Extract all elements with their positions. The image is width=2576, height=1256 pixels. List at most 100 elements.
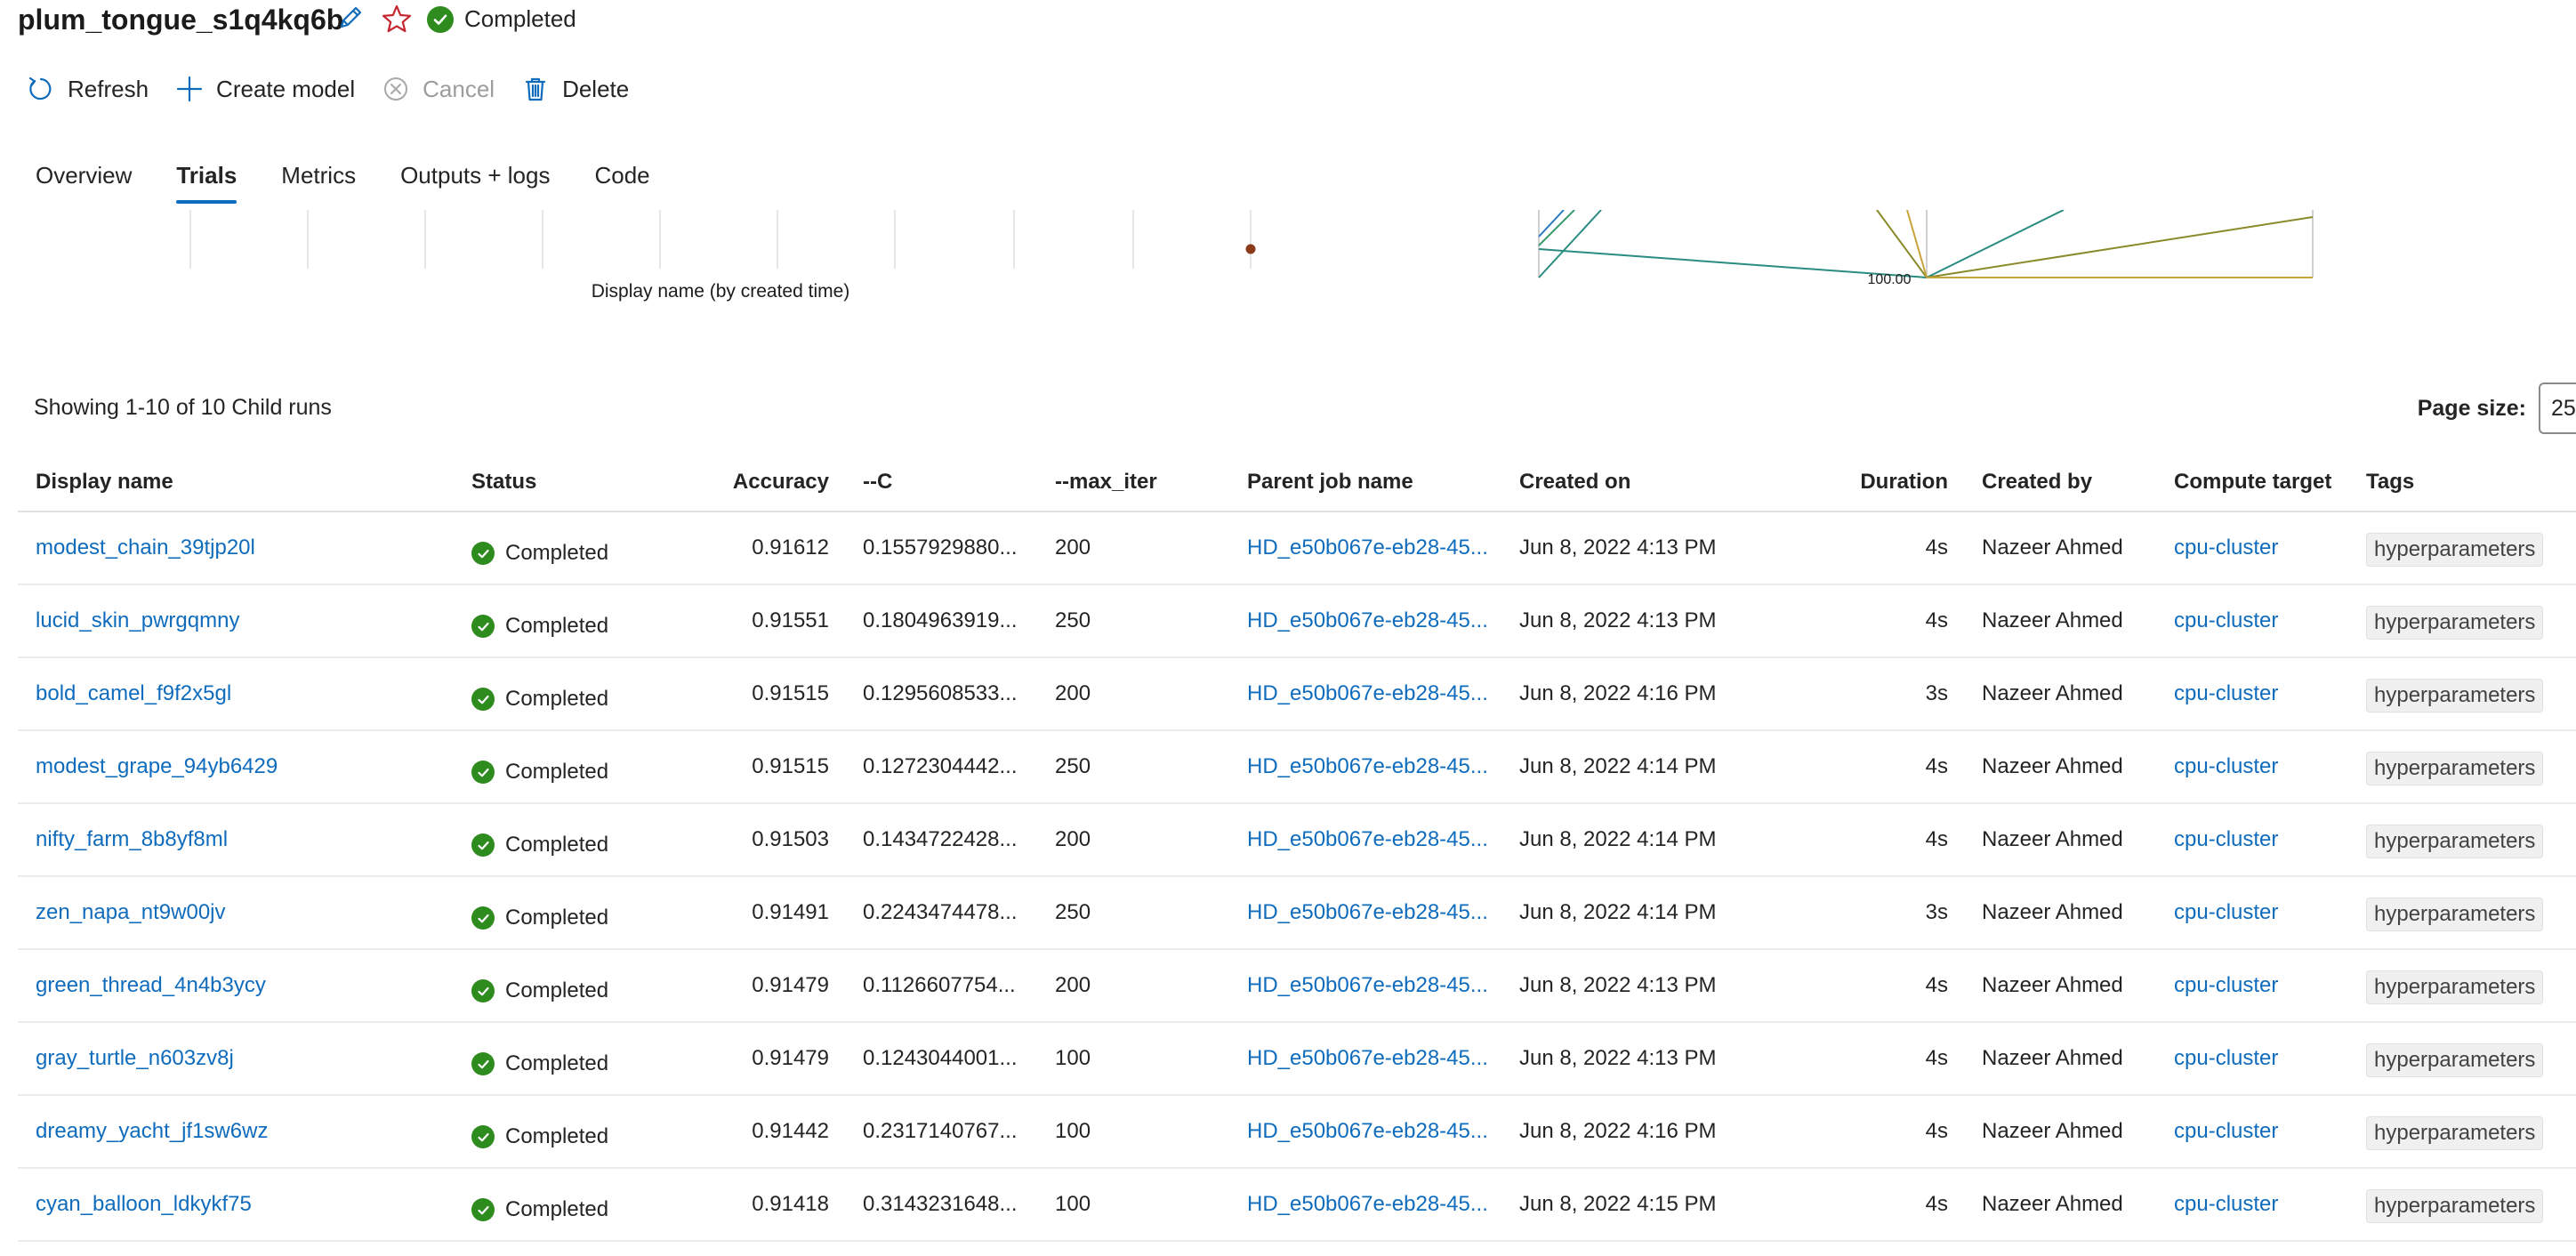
column-header-status[interactable]: Status bbox=[454, 454, 676, 512]
create-model-button[interactable]: Create model bbox=[175, 75, 355, 103]
column-header-created-on[interactable]: Created on bbox=[1501, 454, 1822, 512]
parent-job-link[interactable]: HD_e50b067e-eb28-45... bbox=[1247, 1046, 1488, 1070]
column-header-c[interactable]: --C bbox=[845, 454, 1037, 512]
tag-badge[interactable]: hyperparameters bbox=[2366, 752, 2544, 785]
max-iter-cell: 200 bbox=[1037, 803, 1229, 877]
table-row[interactable]: green_thread_4n4b3ycy Completed 0.91479 0.1… bbox=[18, 949, 2576, 1023]
accuracy-cell: 0.91515 bbox=[676, 730, 845, 804]
tab-outputs-logs[interactable]: Outputs + logs bbox=[400, 162, 550, 204]
compute-target-link[interactable]: cpu-cluster bbox=[2174, 827, 2278, 851]
accuracy-cell: 0.91479 bbox=[676, 1022, 845, 1096]
parallel-coordinates-chart: 100.00 bbox=[1538, 210, 2314, 287]
page-size-control: Page size: 25 bbox=[2418, 382, 2576, 434]
tag-badge[interactable]: hyperparameters bbox=[2366, 898, 2544, 931]
created-by-cell: Nazeer Ahmed bbox=[1964, 511, 2156, 585]
run-name-link[interactable]: modest_grape_94yb6429 bbox=[36, 754, 278, 778]
duration-cell: 4s bbox=[1822, 511, 1964, 585]
parent-job-link[interactable]: HD_e50b067e-eb28-45... bbox=[1247, 900, 1488, 924]
run-name-link[interactable]: green_thread_4n4b3ycy bbox=[36, 973, 266, 997]
parent-job-link[interactable]: HD_e50b067e-eb28-45... bbox=[1247, 608, 1488, 632]
created-on-cell: Jun 8, 2022 4:14 PM bbox=[1501, 876, 1822, 950]
compute-target-link[interactable]: cpu-cluster bbox=[2174, 900, 2278, 924]
parent-job-link[interactable]: HD_e50b067e-eb28-45... bbox=[1247, 681, 1488, 705]
table-row[interactable]: zen_napa_nt9w00jv Completed 0.91491 0.22434… bbox=[18, 876, 2576, 950]
tag-badge[interactable]: hyperparameters bbox=[2366, 533, 2544, 567]
column-header-accuracy[interactable]: Accuracy bbox=[676, 454, 845, 512]
compute-target-link[interactable]: cpu-cluster bbox=[2174, 754, 2278, 778]
accuracy-cell: 0.91479 bbox=[676, 949, 845, 1023]
compute-target-link[interactable]: cpu-cluster bbox=[2174, 535, 2278, 560]
cancel-button[interactable]: Cancel bbox=[382, 75, 495, 103]
compute-target-link[interactable]: cpu-cluster bbox=[2174, 1119, 2278, 1143]
table-row[interactable]: nifty_farm_8b8yf8ml Completed 0.91503 0.143… bbox=[18, 803, 2576, 877]
compute-target-link[interactable]: cpu-cluster bbox=[2174, 608, 2278, 632]
created-by-cell: Nazeer Ahmed bbox=[1964, 584, 2156, 658]
c-cell: 0.2317140767... bbox=[845, 1095, 1037, 1169]
parent-job-link[interactable]: HD_e50b067e-eb28-45... bbox=[1247, 535, 1488, 560]
cancel-circle-icon bbox=[384, 77, 408, 101]
favorite-star-icon[interactable] bbox=[381, 4, 413, 34]
table-row[interactable]: dreamy_yacht_jf1sw6wz Completed 0.91442 0.2… bbox=[18, 1095, 2576, 1169]
run-status-label: Completed bbox=[464, 5, 576, 32]
completed-check-icon bbox=[471, 542, 495, 565]
tab-overview[interactable]: Overview bbox=[36, 162, 132, 204]
compute-target-link[interactable]: cpu-cluster bbox=[2174, 1192, 2278, 1216]
table-row[interactable]: bold_camel_f9f2x5gl Completed 0.91515 0.129… bbox=[18, 657, 2576, 731]
compute-target-link[interactable]: cpu-cluster bbox=[2174, 973, 2278, 997]
completed-check-icon bbox=[427, 5, 454, 33]
column-header-duration[interactable]: Duration bbox=[1822, 454, 1964, 512]
column-header-display-name[interactable]: Display name bbox=[18, 454, 454, 512]
refresh-button[interactable]: Refresh bbox=[27, 75, 149, 103]
parent-job-link[interactable]: HD_e50b067e-eb28-45... bbox=[1247, 754, 1488, 778]
tag-badge[interactable]: hyperparameters bbox=[2366, 825, 2544, 858]
tag-badge[interactable]: hyperparameters bbox=[2366, 1116, 2544, 1150]
tag-badge[interactable]: hyperparameters bbox=[2366, 1189, 2544, 1223]
column-header-max-iter[interactable]: --max_iter bbox=[1037, 454, 1229, 512]
created-by-cell: Nazeer Ahmed bbox=[1964, 876, 2156, 950]
page-size-dropdown[interactable]: 25 bbox=[2539, 382, 2576, 434]
table-row[interactable]: lucid_skin_pwrgqmny Completed 0.91551 0.180… bbox=[18, 584, 2576, 658]
compute-target-link[interactable]: cpu-cluster bbox=[2174, 681, 2278, 705]
column-header-tags[interactable]: Tags bbox=[2348, 454, 2576, 512]
run-name-link[interactable]: modest_chain_39tjp20l bbox=[36, 535, 255, 560]
c-cell: 0.1243044001... bbox=[845, 1022, 1037, 1096]
delete-button[interactable]: Delete bbox=[521, 75, 629, 103]
run-status-cell: Completed bbox=[471, 614, 676, 639]
column-header-parent-job[interactable]: Parent job name bbox=[1229, 454, 1501, 512]
table-row[interactable]: modest_chain_39tjp20l Completed 0.91612 0.1… bbox=[18, 511, 2576, 585]
run-status-cell: Completed bbox=[471, 687, 676, 712]
run-name-link[interactable]: lucid_skin_pwrgqmny bbox=[36, 608, 239, 632]
table-row[interactable]: cyan_balloon_ldkykf75 Completed 0.91418 0.3… bbox=[18, 1168, 2576, 1242]
table-row[interactable]: gray_turtle_n603zv8j Completed 0.91479 0.12… bbox=[18, 1022, 2576, 1096]
tag-badge[interactable]: hyperparameters bbox=[2366, 606, 2544, 640]
tag-badge[interactable]: hyperparameters bbox=[2366, 679, 2544, 713]
accuracy-cell: 0.91612 bbox=[676, 511, 845, 585]
tag-badge[interactable]: hyperparameters bbox=[2366, 1043, 2544, 1077]
run-name-link[interactable]: nifty_farm_8b8yf8ml bbox=[36, 827, 228, 851]
run-name-link[interactable]: cyan_balloon_ldkykf75 bbox=[36, 1192, 252, 1216]
table-row[interactable]: modest_grape_94yb6429 Completed 0.91515 0.1… bbox=[18, 730, 2576, 804]
table-header-row: Display name Status Accuracy --C --max_i… bbox=[18, 454, 2576, 512]
column-header-compute-target[interactable]: Compute target bbox=[2156, 454, 2348, 512]
run-name-link[interactable]: zen_napa_nt9w00jv bbox=[36, 900, 226, 924]
edit-pencil-icon[interactable] bbox=[336, 4, 365, 32]
column-header-created-by[interactable]: Created by bbox=[1964, 454, 2156, 512]
tab-trials[interactable]: Trials bbox=[176, 162, 237, 204]
run-name-link[interactable]: bold_camel_f9f2x5gl bbox=[36, 681, 231, 705]
run-name-link[interactable]: gray_turtle_n603zv8j bbox=[36, 1046, 234, 1070]
parent-job-link[interactable]: HD_e50b067e-eb28-45... bbox=[1247, 973, 1488, 997]
tab-code[interactable]: Code bbox=[594, 162, 649, 204]
max-iter-cell: 250 bbox=[1037, 876, 1229, 950]
scatter-point[interactable] bbox=[1245, 244, 1256, 254]
parent-job-link[interactable]: HD_e50b067e-eb28-45... bbox=[1247, 827, 1488, 851]
accuracy-cell: 0.91515 bbox=[676, 657, 845, 731]
parent-job-link[interactable]: HD_e50b067e-eb28-45... bbox=[1247, 1119, 1488, 1143]
tag-badge[interactable]: hyperparameters bbox=[2366, 970, 2544, 1004]
run-name-link[interactable]: dreamy_yacht_jf1sw6wz bbox=[36, 1119, 268, 1143]
parent-job-link[interactable]: HD_e50b067e-eb28-45... bbox=[1247, 1192, 1488, 1216]
c-cell: 0.1295608533... bbox=[845, 657, 1037, 731]
max-iter-cell: 200 bbox=[1037, 511, 1229, 585]
compute-target-link[interactable]: cpu-cluster bbox=[2174, 1046, 2278, 1070]
duration-cell: 4s bbox=[1822, 1095, 1964, 1169]
tab-metrics[interactable]: Metrics bbox=[281, 162, 356, 204]
